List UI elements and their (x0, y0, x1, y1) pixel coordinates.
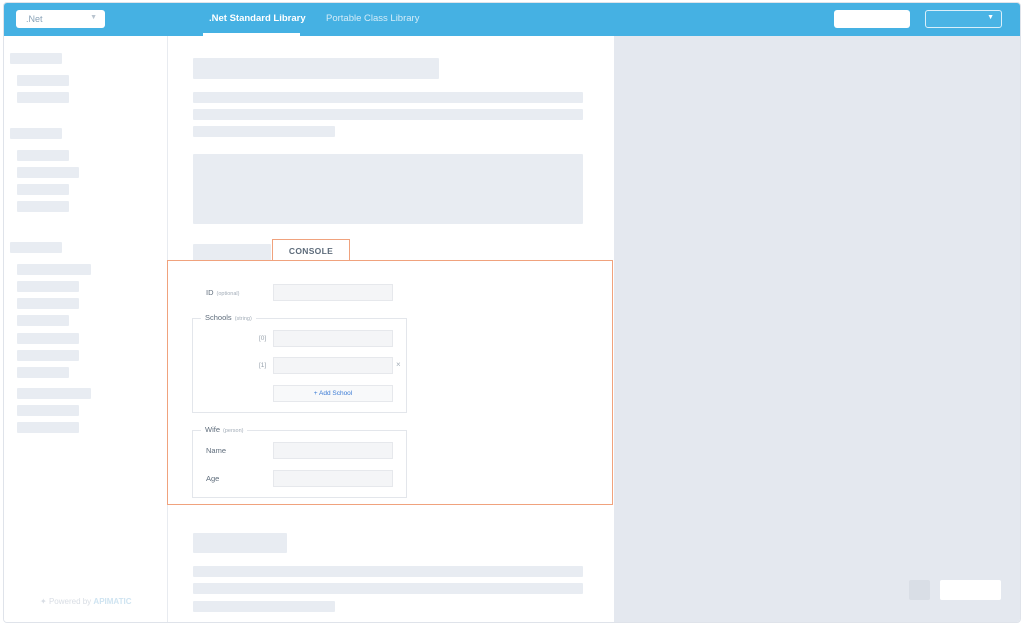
description-line-placeholder (193, 126, 335, 137)
age-label: Age (206, 474, 220, 483)
code-sample-pane (614, 36, 1020, 622)
school-index-1: [1] (259, 362, 267, 369)
wife-fieldset: Wife (person) Name Age (192, 425, 407, 498)
code-block-placeholder (193, 154, 583, 224)
sidebar-item[interactable] (17, 315, 69, 326)
tab-console[interactable]: CONSOLE (272, 239, 350, 261)
description-line-placeholder (193, 566, 583, 577)
sidebar-item[interactable] (17, 350, 79, 361)
description-line-placeholder (193, 601, 335, 612)
sidebar-section-heading (10, 53, 62, 64)
description-line-placeholder (193, 583, 583, 594)
sidebar-item[interactable] (17, 201, 69, 212)
pane-small-button[interactable] (909, 580, 930, 600)
sidebar-item[interactable] (17, 388, 91, 399)
tab-portable-class-library[interactable]: Portable Class Library (326, 13, 419, 24)
remove-school-icon[interactable]: × (396, 360, 401, 369)
schools-label: Schools (205, 313, 232, 322)
wife-legend: Wife (person) (201, 425, 248, 434)
wife-label: Wife (205, 425, 220, 434)
school-index-0: [0] (259, 335, 267, 342)
console-panel: ID (optional) Schools (string) [0] [1] × +… (167, 260, 613, 505)
schools-legend: Schools (string) (201, 313, 256, 322)
sidebar-item[interactable] (17, 264, 91, 275)
school-input-1[interactable] (273, 357, 393, 374)
pane-action-button[interactable] (940, 580, 1001, 600)
id-hint: (optional) (216, 291, 240, 297)
name-label: Name (206, 446, 227, 455)
powered-by-brand: APIMATIC (93, 597, 132, 606)
endpoint-title-placeholder (193, 58, 439, 79)
schools-hint: (string) (234, 316, 252, 322)
schools-fieldset: Schools (string) [0] [1] × + Add School (192, 313, 407, 413)
sidebar-item[interactable] (17, 281, 79, 292)
powered-by-icon: ✦ (40, 597, 47, 606)
age-input[interactable] (273, 470, 393, 487)
sidebar-item[interactable] (17, 298, 79, 309)
header-action-button[interactable] (834, 10, 910, 28)
sidebar-item[interactable] (17, 167, 79, 178)
language-select-value: .Net (26, 14, 43, 24)
sidebar-item[interactable] (17, 333, 79, 344)
id-label: ID (optional) (206, 288, 239, 297)
header-dropdown[interactable]: ▼ (925, 10, 1002, 28)
school-input-0[interactable] (273, 330, 393, 347)
sidebar: ✦ Powered by APIMATIC (4, 36, 168, 622)
description-line-placeholder (193, 109, 583, 120)
description-line-placeholder (193, 92, 583, 103)
sidebar-item[interactable] (17, 422, 79, 433)
powered-by[interactable]: ✦ Powered by APIMATIC (40, 597, 132, 606)
top-bar: .Net ▼ .Net Standard Library Portable Cl… (4, 3, 1020, 36)
sidebar-item[interactable] (17, 405, 79, 416)
caret-down-icon: ▼ (987, 14, 994, 21)
sidebar-item[interactable] (17, 367, 69, 378)
section-title-placeholder (193, 533, 287, 553)
add-school-button[interactable]: + Add School (273, 385, 393, 402)
sidebar-item[interactable] (17, 150, 69, 161)
sidebar-item[interactable] (17, 92, 69, 103)
id-input[interactable] (273, 284, 393, 301)
name-input[interactable] (273, 442, 393, 459)
sidebar-item[interactable] (17, 75, 69, 86)
tab-net-standard-library[interactable]: .Net Standard Library (209, 13, 306, 24)
sidebar-section-heading (10, 242, 62, 253)
powered-by-text: Powered by (48, 597, 92, 606)
language-select[interactable]: .Net ▼ (16, 10, 105, 28)
wife-hint: (person) (223, 428, 244, 434)
chevron-down-icon: ▼ (90, 14, 97, 21)
sidebar-section-heading (10, 128, 62, 139)
sidebar-item[interactable] (17, 184, 69, 195)
id-label-text: ID (206, 288, 214, 297)
